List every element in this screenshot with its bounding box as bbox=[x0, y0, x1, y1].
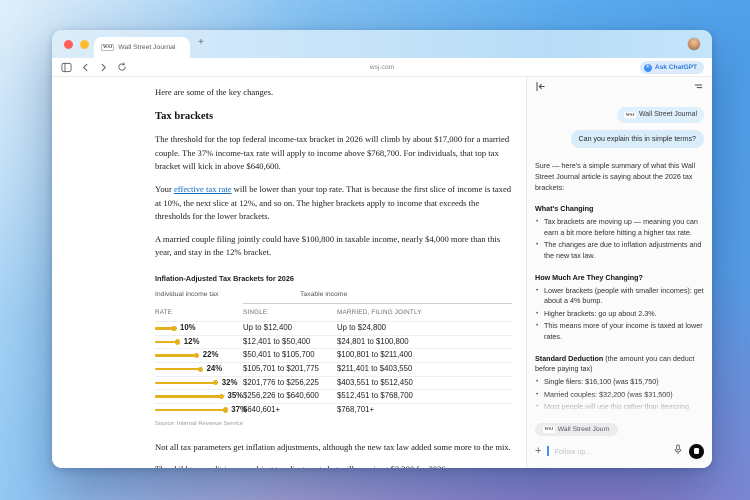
article-body: Here are some of the key changes. Tax br… bbox=[155, 77, 512, 468]
table-row: 24% $105,701 to $201,775 $211,401 to $403… bbox=[155, 361, 512, 376]
chat-header bbox=[527, 77, 712, 99]
bullet-item: Higher brackets: go up about 2.3%. bbox=[535, 309, 704, 320]
title-bar: WSJ Wall Street Journal + bbox=[52, 30, 712, 58]
bullet-item: Single filers: $16,100 (was $15,750) bbox=[535, 377, 704, 388]
assistant-message: Sure — here's a simple summary of what t… bbox=[535, 161, 696, 192]
table-row: 22% $50,401 to $105,700 $100,801 to $211,… bbox=[155, 348, 512, 362]
ask-chatgpt-label: Ask ChatGPT bbox=[654, 64, 697, 71]
chart-source: Source: Internal Revenue Service bbox=[155, 421, 244, 428]
add-attachment-button[interactable]: + bbox=[535, 445, 541, 457]
bullet-item: This means more of your income is taxed … bbox=[535, 321, 704, 343]
article-paragraph: The child tax credit is now subject to a… bbox=[155, 463, 512, 468]
chat-options-icon[interactable] bbox=[693, 79, 704, 97]
chart-title: Inflation-Adjusted Tax Brackets for 2026 bbox=[155, 273, 294, 283]
article-paragraph: A married couple filing jointly could ha… bbox=[155, 233, 501, 258]
browser-toolbar: wsj.com ✳ Ask ChatGPT bbox=[52, 58, 712, 77]
close-window-icon[interactable] bbox=[64, 40, 73, 49]
browser-window: WSJ Wall Street Journal + wsj.com ✳ Ask … bbox=[52, 30, 712, 468]
effective-tax-rate-link[interactable]: effective tax rate bbox=[174, 184, 232, 194]
minimize-window-icon[interactable] bbox=[80, 40, 89, 49]
column-header-single: SINGLE bbox=[243, 309, 268, 317]
stop-icon bbox=[693, 448, 700, 454]
collapse-sidebar-icon[interactable] bbox=[535, 79, 546, 97]
chat-section-how-much: How Much Are They Changing? Lower bracke… bbox=[535, 273, 704, 343]
chat-section-standard-deduction: Standard Deduction (the amount you can d… bbox=[535, 354, 704, 418]
table-row: 32% $201,776 to $256,225 $403,551 to $512… bbox=[155, 375, 512, 390]
text-caret bbox=[547, 446, 549, 456]
article-heading-tax-brackets: Tax brackets bbox=[155, 110, 214, 122]
chatgpt-logo-icon: ✳ bbox=[643, 63, 652, 72]
bullet-item: Married couples: $32,200 (was $31,500) bbox=[535, 390, 704, 401]
article-paragraph: Not all tax parameters get inflation adj… bbox=[155, 441, 511, 452]
section-heading: Standard Deduction bbox=[535, 353, 604, 363]
follow-up-input[interactable] bbox=[554, 446, 667, 456]
sidebar-toggle-icon[interactable] bbox=[61, 62, 72, 73]
attachment-chip[interactable]: WSJ Wall Street Journ bbox=[535, 423, 618, 436]
column-header-rate: RATE bbox=[155, 309, 173, 317]
user-message-bubble: Can you explain this in simple terms? bbox=[570, 130, 704, 148]
mic-icon[interactable] bbox=[673, 442, 683, 460]
bullet-item: Tax brackets are moving up — meaning you… bbox=[535, 217, 704, 239]
context-chip-label: Wall Street Journal bbox=[639, 111, 697, 118]
profile-avatar[interactable] bbox=[688, 38, 700, 50]
article-intro: Here are some of the key changes. bbox=[155, 87, 274, 97]
section-heading: What's Changing bbox=[535, 204, 594, 214]
column-header-married: MARRIED, FILING JOINTLY bbox=[337, 309, 422, 317]
chat-composer: WSJ Wall Street Journ + bbox=[527, 417, 712, 468]
table-row: 35% $256,226 to $640,600 $512,451 to $768… bbox=[155, 389, 512, 403]
wsj-favicon-icon: WSJ bbox=[543, 426, 555, 433]
chat-section-whats-changing: What's Changing Tax brackets are moving … bbox=[535, 204, 704, 261]
paragraph-text: Your bbox=[155, 184, 174, 195]
tab-title: Wall Street Journal bbox=[118, 44, 176, 51]
bullet-item: Most people will use this rather than it… bbox=[535, 402, 704, 418]
wsj-favicon-icon: WSJ bbox=[624, 112, 637, 119]
ask-chatgpt-button[interactable]: ✳ Ask ChatGPT bbox=[639, 61, 704, 74]
forward-icon[interactable] bbox=[99, 63, 108, 72]
table-row: 12% $12,401 to $50,400 $24,801 to $100,80… bbox=[155, 334, 512, 349]
tax-bracket-chart: Inflation-Adjusted Tax Brackets for 2026… bbox=[155, 273, 512, 430]
bullet-item: The changes are due to inflation adjustm… bbox=[535, 240, 704, 262]
attachment-chip-label: Wall Street Journ bbox=[557, 426, 610, 433]
back-icon[interactable] bbox=[81, 63, 90, 72]
wsj-favicon-icon: WSJ bbox=[101, 43, 115, 52]
section-heading: How Much Are They Changing? bbox=[535, 272, 643, 282]
chatgpt-sidebar: WSJ Wall Street Journal Can you explain … bbox=[526, 77, 712, 468]
reload-icon[interactable] bbox=[117, 62, 127, 72]
bullet-item: Lower brackets (people with smaller inco… bbox=[535, 286, 704, 308]
table-row: 37% $640,601+ $768,701+ bbox=[155, 402, 512, 417]
chat-messages[interactable]: WSJ Wall Street Journal Can you explain … bbox=[527, 99, 712, 418]
web-page: Here are some of the key changes. Tax br… bbox=[52, 77, 526, 468]
article-paragraph: The threshold for the top federal income… bbox=[155, 134, 510, 172]
chart-left-label: Individual income tax bbox=[155, 291, 219, 299]
browser-tab[interactable]: WSJ Wall Street Journal bbox=[94, 37, 190, 58]
context-chip[interactable]: WSJ Wall Street Journal bbox=[617, 107, 704, 124]
article-paragraph: Your effective tax rate will be lower th… bbox=[155, 183, 512, 224]
new-tab-button[interactable]: + bbox=[198, 38, 204, 48]
url-display[interactable]: wsj.com bbox=[370, 64, 395, 71]
chart-right-label: Taxable income bbox=[243, 290, 512, 305]
table-row: 10% Up to $12,400 Up to $24,800 bbox=[155, 321, 512, 335]
stop-button[interactable] bbox=[689, 443, 704, 459]
